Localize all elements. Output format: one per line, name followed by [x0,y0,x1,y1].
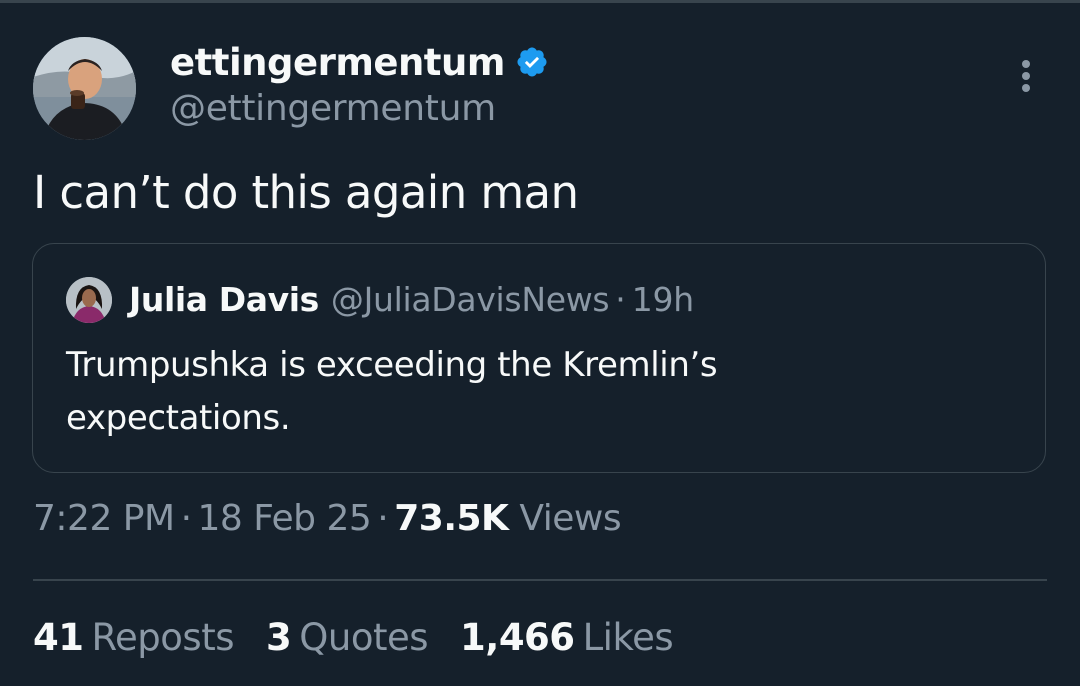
quoted-author-avatar [66,277,112,323]
quoted-author-handle: @JuliaDavisNews [330,279,610,319]
tweet-meta: 7:22 PM · 18 Feb 25 · 73.5K Views [33,498,622,539]
quotes-stat[interactable]: 3 Quotes [266,616,429,659]
tweet-time[interactable]: 7:22 PM [33,498,175,539]
quoted-text-line-1: Trumpushka is exceeding the Kremlin’s [66,345,718,385]
meta-separator: · [180,498,192,539]
engagement-stats: 41 Reposts 3 Quotes 1,466 Likes [33,616,705,659]
quoted-tweet-card[interactable]: Julia Davis @JuliaDavisNews · 19h Trumpu… [32,243,1046,473]
author-name-row: ettingermentum [170,38,549,86]
author-handle[interactable]: @ettingermentum [170,88,496,129]
verified-badge-icon[interactable] [515,45,549,79]
reposts-label: Reposts [91,616,235,659]
quoted-header-separator: · [615,279,626,319]
quoted-author-name: Julia Davis [129,279,319,319]
stats-divider [33,579,1047,581]
likes-count: 1,466 [460,616,575,659]
reposts-count: 41 [33,616,84,659]
author-display-name[interactable]: ettingermentum [170,41,505,84]
quoted-tweet-header: Julia Davis @JuliaDavisNews · 19h [129,274,694,324]
tweet-text: I can’t do this again man [33,166,579,219]
reposts-stat[interactable]: 41 Reposts [33,616,234,659]
more-options-icon[interactable] [1014,60,1038,100]
views-count: 73.5K [394,498,509,539]
likes-label: Likes [582,616,674,659]
likes-stat[interactable]: 1,466 Likes [460,616,674,659]
views-label: Views [519,498,622,539]
quoted-text-line-2: expectations. [66,398,291,438]
tweet-date[interactable]: 18 Feb 25 [198,498,372,539]
quoted-tweet-text: Trumpushka is exceeding the Kremlin’s ex… [66,339,966,445]
quotes-count: 3 [266,616,292,659]
author-avatar[interactable] [33,37,136,140]
meta-separator: · [377,498,389,539]
quoted-tweet-time: 19h [631,279,694,319]
quotes-label: Quotes [299,616,429,659]
top-divider [0,0,1080,3]
